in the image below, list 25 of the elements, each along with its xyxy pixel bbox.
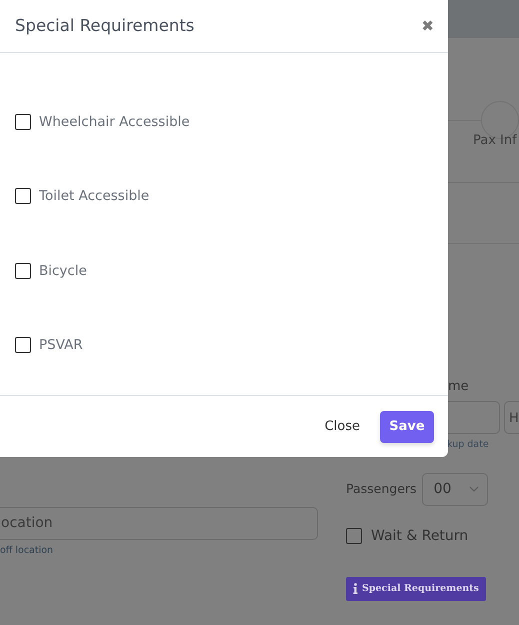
close-button[interactable]: ✖ <box>421 18 434 34</box>
checkbox-label: Wheelchair Accessible <box>39 113 190 132</box>
checkbox-label: Toilet Accessible <box>39 187 150 206</box>
checkbox[interactable] <box>15 188 31 204</box>
passengers-select[interactable]: 00 <box>422 472 488 506</box>
checkbox[interactable] <box>15 262 31 279</box>
location-field[interactable]: ocation <box>0 507 318 540</box>
chevron-icon <box>468 486 479 492</box>
time-field[interactable]: H <box>504 400 519 434</box>
checkbox-label: PSVAR <box>39 336 83 355</box>
close-button[interactable]: Close <box>324 416 360 436</box>
checkbox[interactable] <box>15 114 31 130</box>
field-label: Passengers <box>346 480 417 498</box>
step-label: Pax Inf <box>473 132 518 150</box>
save-button[interactable]: Save <box>380 410 434 442</box>
field-hint: kup date <box>446 438 490 452</box>
checkbox[interactable] <box>346 528 362 544</box>
special-requirements-button[interactable]: Special Requirements <box>346 576 486 601</box>
field-hint: off location <box>0 544 54 558</box>
checkbox-label: Bicycle <box>39 262 87 280</box>
checkbox[interactable] <box>15 336 31 353</box>
modal-title: Special Requirements <box>15 14 194 37</box>
checkbox-label: Wait & Return <box>371 526 468 546</box>
info-icon <box>353 583 358 594</box>
field-label: me <box>447 378 470 396</box>
